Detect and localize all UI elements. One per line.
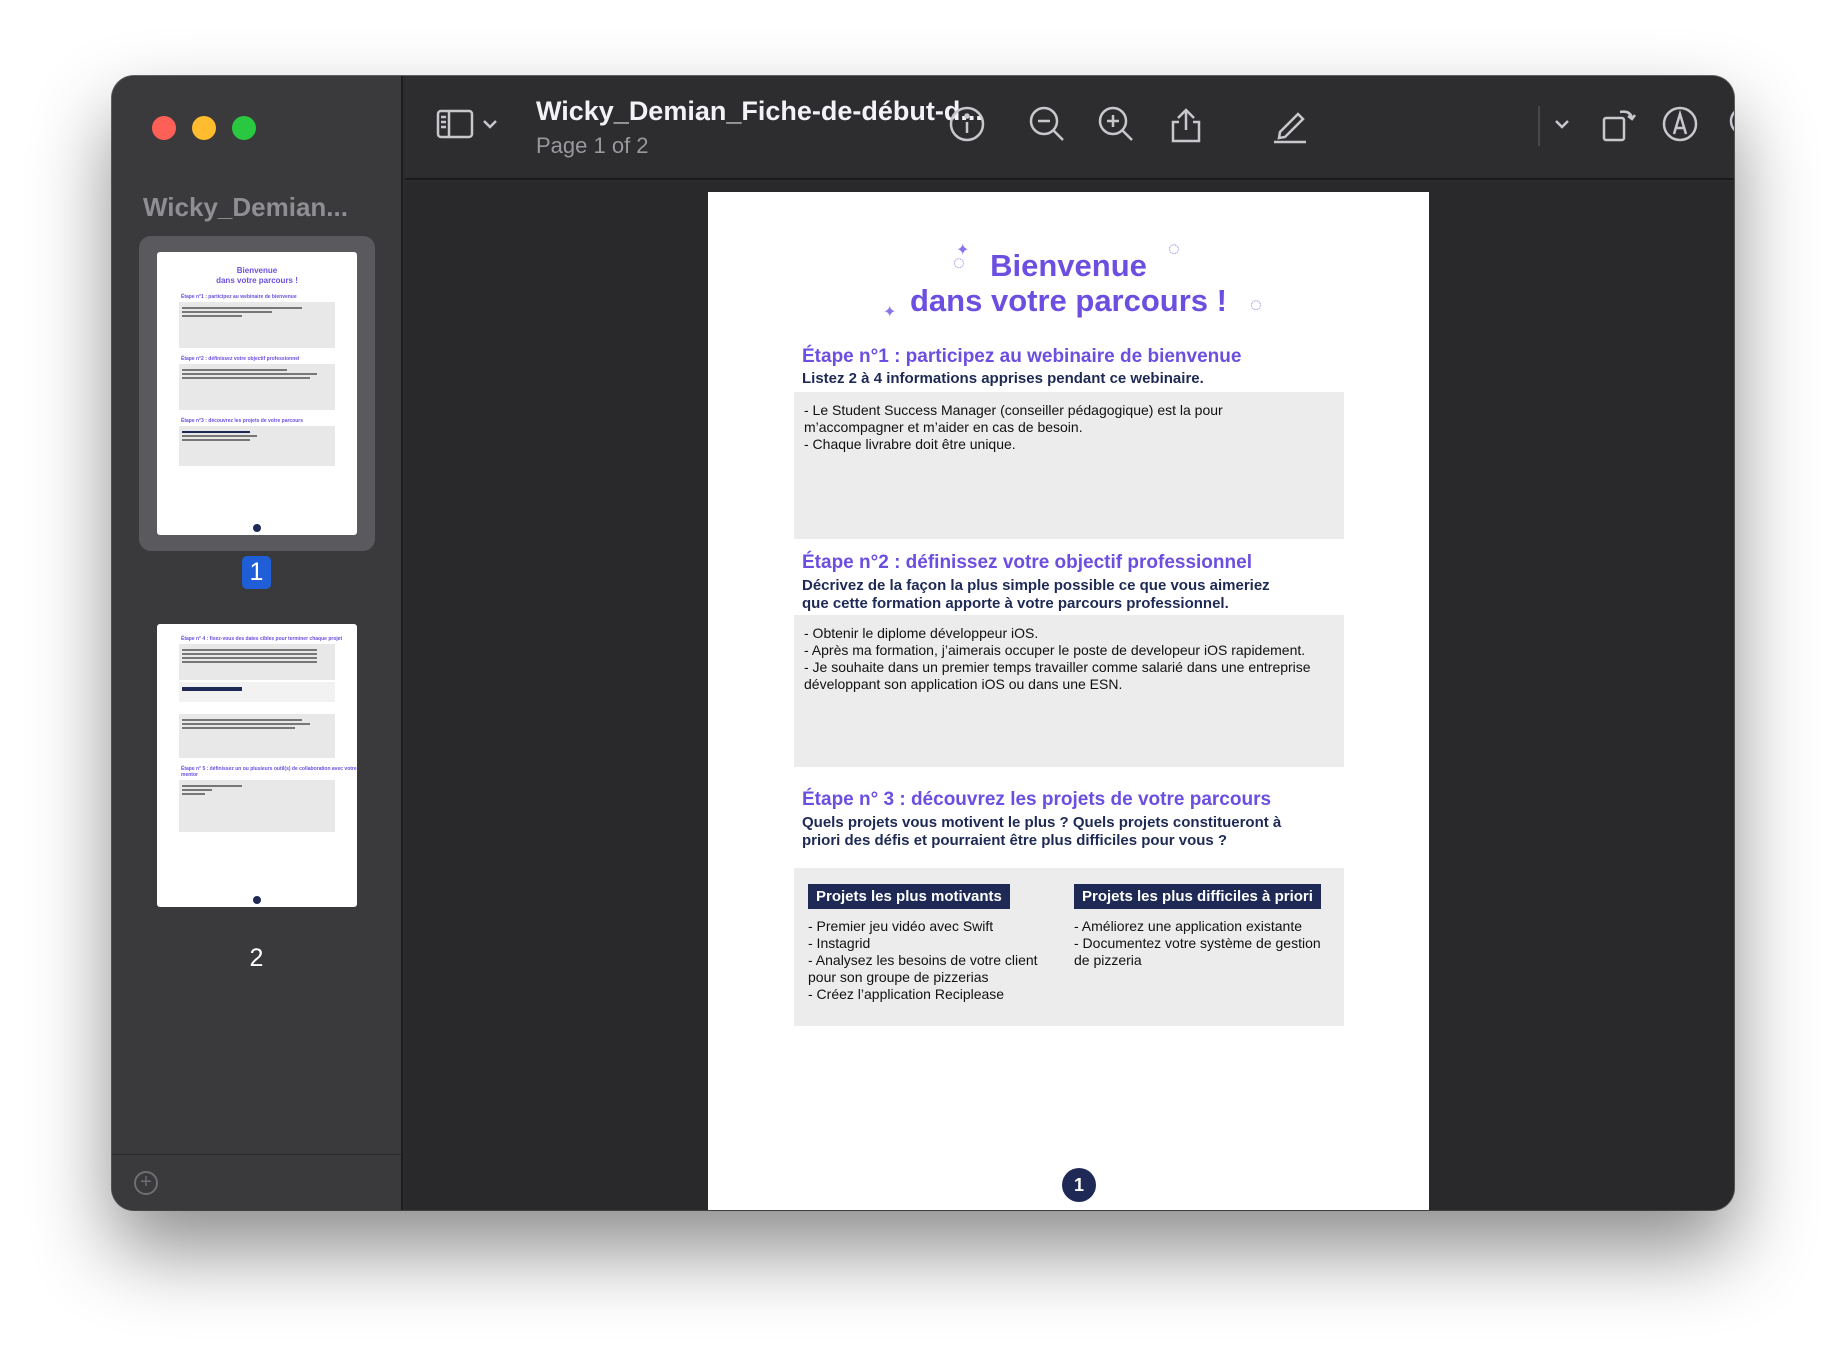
thumbnail-box bbox=[179, 364, 335, 410]
document-title: Wicky_Demian_Fiche-de-début-d... bbox=[536, 96, 983, 126]
info-icon[interactable] bbox=[945, 102, 989, 146]
zoom-in-icon[interactable] bbox=[1094, 102, 1138, 146]
page-number-badge: 1 bbox=[1062, 1168, 1096, 1202]
sidebar-title: Wicky_Demian... bbox=[143, 192, 348, 222]
sidebar-menu-chevron-down-icon[interactable] bbox=[480, 102, 500, 146]
sidebar-footer: + bbox=[112, 1154, 401, 1210]
step3-answer-box[interactable]: Projets les plus motivants - Premier jeu… bbox=[794, 868, 1344, 1026]
thumbnail-box bbox=[179, 780, 335, 832]
thumbnail-page-preview: Étape n° 4 : fixez-vous des dates cibles… bbox=[157, 624, 357, 907]
window-controls bbox=[152, 116, 256, 140]
page-indicator: Page 1 of 2 bbox=[536, 133, 649, 158]
sidebar: Wicky_Demian... Bienvenue dans votre parc… bbox=[112, 76, 403, 1210]
thumbnail-box bbox=[179, 302, 335, 348]
rotate-icon[interactable] bbox=[1596, 102, 1640, 146]
thumbnail-heading: Étape n° 4 : fixez-vous des dates cibles… bbox=[181, 636, 343, 642]
thumbnail-box bbox=[179, 682, 335, 702]
step2-answer-text: - Obtenir le diplome développeur iOS. - … bbox=[804, 625, 1311, 692]
search-icon[interactable] bbox=[1725, 102, 1734, 146]
title-line-1: Bienvenue bbox=[990, 248, 1147, 283]
thumbnail-label-1[interactable]: 1 bbox=[241, 556, 272, 589]
thumbnail-page-number bbox=[253, 524, 261, 532]
title-line-2: dans votre parcours ! bbox=[910, 283, 1227, 318]
thumbnail-page-preview: Bienvenue dans votre parcours ! Étape n°1… bbox=[157, 252, 357, 535]
step2-answer-box[interactable]: - Obtenir le diplome développeur iOS. - … bbox=[794, 615, 1344, 767]
toolbar-separator bbox=[1538, 106, 1540, 146]
step1-answer-box[interactable]: - Le Student Success Manager (conseiller… bbox=[794, 392, 1344, 539]
document-main-title: Bienvenue dans votre parcours ! bbox=[708, 248, 1429, 318]
annotate-icon[interactable] bbox=[1658, 102, 1702, 146]
difficult-projects-text: - Améliorez une application existante - … bbox=[1074, 918, 1321, 968]
motivating-projects-header: Projets les plus motivants bbox=[808, 884, 1010, 909]
step2-heading: Étape n°2 : définissez votre objectif pr… bbox=[802, 552, 1252, 573]
step3-heading: Étape n° 3 : découvrez les projets de vo… bbox=[802, 789, 1272, 810]
step1-answer-text: - Le Student Success Manager (conseiller… bbox=[804, 402, 1223, 452]
add-page-icon[interactable]: + bbox=[134, 1171, 158, 1195]
motivating-projects-text: - Premier jeu vidéo avec Swift - Instagr… bbox=[808, 918, 1038, 1002]
thumbnail-heading: Étape n°2 : définissez votre objectif pr… bbox=[181, 356, 300, 362]
step1-heading: Étape n°1 : participez au webinaire de b… bbox=[802, 346, 1242, 367]
preview-window: Wicky_Demian... Bienvenue dans votre parc… bbox=[112, 76, 1734, 1210]
zoom-out-icon[interactable] bbox=[1025, 102, 1069, 146]
thumbnail-page-number bbox=[253, 896, 261, 904]
thumbnail-box bbox=[179, 426, 335, 466]
step2-instructions: Décrivez de la façon la plus simple poss… bbox=[802, 577, 1270, 612]
thumbnail-heading: Étape n°3 : découvrez les projets de vot… bbox=[181, 418, 304, 424]
thumbnail-heading: Étape n° 5 : définissez un ou plusieurs … bbox=[181, 766, 357, 778]
document-view[interactable]: ✦ ◌ ◌ ◌ ✦ Bienvenue dans votre parcours … bbox=[405, 182, 1734, 1210]
step1-instructions: Listez 2 à 4 informations apprises penda… bbox=[802, 370, 1204, 387]
zoom-window-button[interactable] bbox=[232, 116, 256, 140]
close-window-button[interactable] bbox=[152, 116, 176, 140]
markup-pen-icon[interactable] bbox=[1268, 102, 1312, 146]
thumbnail-box bbox=[179, 644, 335, 680]
thumbnail-label-2[interactable]: 2 bbox=[242, 942, 272, 975]
markup-chevron-down-icon[interactable] bbox=[1551, 102, 1573, 146]
thumbnail-title: Bienvenue dans votre parcours ! bbox=[216, 266, 298, 285]
minimize-window-button[interactable] bbox=[192, 116, 216, 140]
step3-instructions: Quels projets vous motivent le plus ? Qu… bbox=[802, 814, 1282, 849]
toolbar: Wicky_Demian_Fiche-de-début-d... Page 1 … bbox=[405, 76, 1734, 180]
difficult-projects-header: Projets les plus difficiles à priori bbox=[1074, 884, 1321, 909]
share-icon[interactable] bbox=[1164, 102, 1208, 146]
page-thumbnail-2[interactable]: Étape n° 4 : fixez-vous des dates cibles… bbox=[139, 624, 375, 919]
pdf-page-1: ✦ ◌ ◌ ◌ ✦ Bienvenue dans votre parcours … bbox=[708, 192, 1429, 1210]
thumbnail-box bbox=[179, 714, 335, 758]
thumbnail-heading: Étape n°1 : participez au webinaire de b… bbox=[181, 294, 297, 300]
page-thumbnail-1[interactable]: Bienvenue dans votre parcours ! Étape n°1… bbox=[139, 236, 375, 551]
sidebar-toggle-icon[interactable] bbox=[435, 102, 475, 146]
